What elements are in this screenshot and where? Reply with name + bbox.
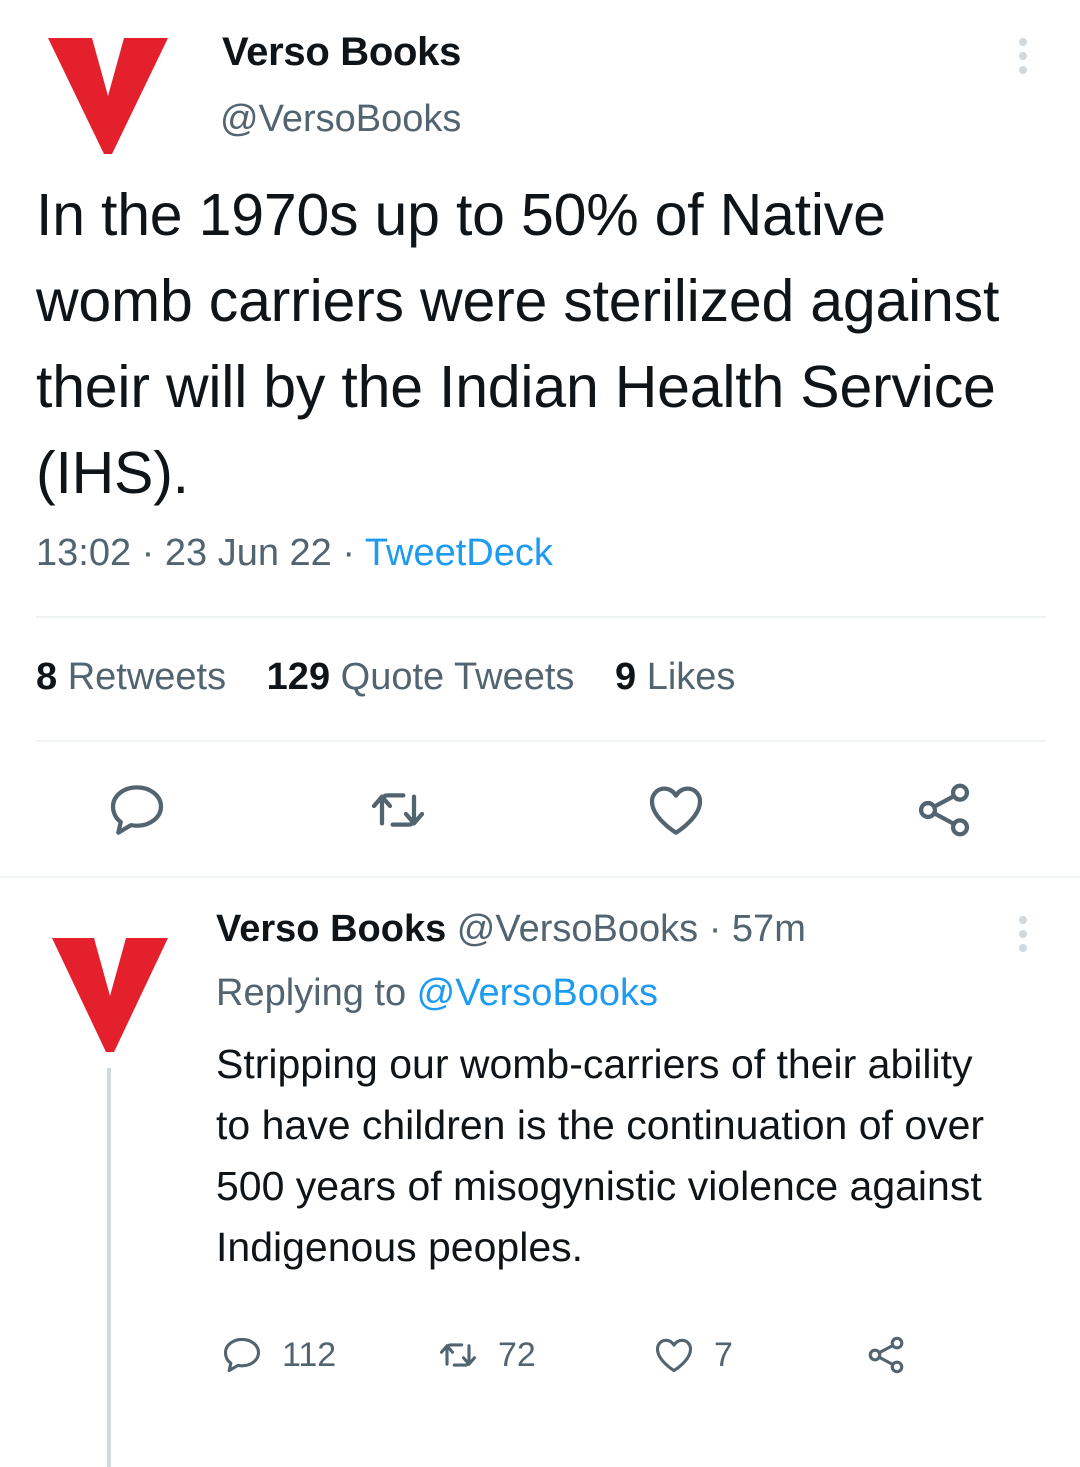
reply-count: 112 bbox=[282, 1335, 337, 1374]
main-tweet: Verso Books @VersoBooks In the 1970s up … bbox=[0, 0, 1080, 876]
reply-timestamp[interactable]: 57m bbox=[732, 908, 806, 950]
reply-icon bbox=[223, 1337, 261, 1373]
likes-stat[interactable]: 9 Likes bbox=[615, 656, 735, 698]
thread-connector-line bbox=[107, 1068, 111, 1467]
meta-separator: · bbox=[331, 532, 365, 574]
reply-display-name[interactable]: Verso Books bbox=[216, 908, 446, 950]
verso-logo-avatar[interactable] bbox=[52, 934, 168, 1052]
retweets-label: Retweets bbox=[67, 656, 227, 698]
reply-text: Stripping our womb-carriers of their abi… bbox=[216, 1041, 985, 1270]
replying-to-mention[interactable]: @VersoBooks bbox=[417, 972, 658, 1014]
like-button[interactable]: 7 bbox=[652, 1332, 733, 1378]
replying-to-label: Replying to bbox=[216, 972, 417, 1014]
likes-count: 9 bbox=[614, 656, 637, 698]
reply-tweet: Verso Books @VersoBooks · 57m Replying t… bbox=[0, 878, 1080, 1467]
verso-logo-avatar[interactable] bbox=[48, 32, 168, 154]
quote-tweets-label: Quote Tweets bbox=[340, 656, 575, 698]
retweets-count: 8 bbox=[36, 656, 58, 698]
user-handle[interactable]: @VersoBooks bbox=[220, 98, 461, 141]
retweet-button[interactable]: 72 bbox=[436, 1332, 536, 1378]
header-separator: · bbox=[698, 908, 732, 950]
like-icon bbox=[655, 1338, 693, 1373]
engagement-stats: 8 Retweets 129 Quote Tweets 9 Likes bbox=[36, 656, 765, 699]
quote-tweets-stat[interactable]: 129 Quote Tweets bbox=[267, 656, 575, 698]
reply-header: Verso Books @VersoBooks · 57m bbox=[216, 908, 806, 951]
retweet-icon bbox=[439, 1343, 477, 1367]
tweet-metadata: 13:02 · 23 Jun 22 · TweetDeck bbox=[36, 532, 553, 575]
divider bbox=[36, 740, 1046, 742]
reply-button[interactable]: 112 bbox=[220, 1332, 336, 1378]
share-icon bbox=[868, 1336, 904, 1374]
share-icon[interactable] bbox=[912, 778, 976, 842]
like-count: 7 bbox=[714, 1335, 733, 1374]
display-name[interactable]: Verso Books bbox=[222, 30, 461, 75]
like-icon[interactable] bbox=[644, 778, 708, 842]
retweets-stat[interactable]: 8 Retweets bbox=[36, 656, 226, 698]
likes-label: Likes bbox=[646, 656, 736, 698]
more-options-icon[interactable] bbox=[1012, 914, 1034, 954]
tweet-date[interactable]: 23 Jun 22 bbox=[165, 532, 332, 574]
replying-to: Replying to @VersoBooks bbox=[216, 972, 658, 1015]
meta-separator: · bbox=[131, 532, 165, 574]
reply-icon[interactable] bbox=[105, 778, 169, 842]
retweet-count: 72 bbox=[498, 1335, 536, 1374]
reply-handle[interactable]: @VersoBooks bbox=[457, 908, 698, 950]
share-button[interactable] bbox=[864, 1332, 926, 1378]
quote-tweets-count: 129 bbox=[266, 656, 331, 698]
tweet-text: In the 1970s up to 50% of Native womb ca… bbox=[36, 182, 1000, 506]
more-options-icon[interactable] bbox=[1012, 36, 1034, 76]
retweet-icon[interactable] bbox=[366, 778, 430, 842]
tweet-source-link[interactable]: TweetDeck bbox=[365, 532, 553, 574]
tweet-time[interactable]: 13:02 bbox=[36, 532, 131, 574]
divider bbox=[36, 616, 1046, 618]
